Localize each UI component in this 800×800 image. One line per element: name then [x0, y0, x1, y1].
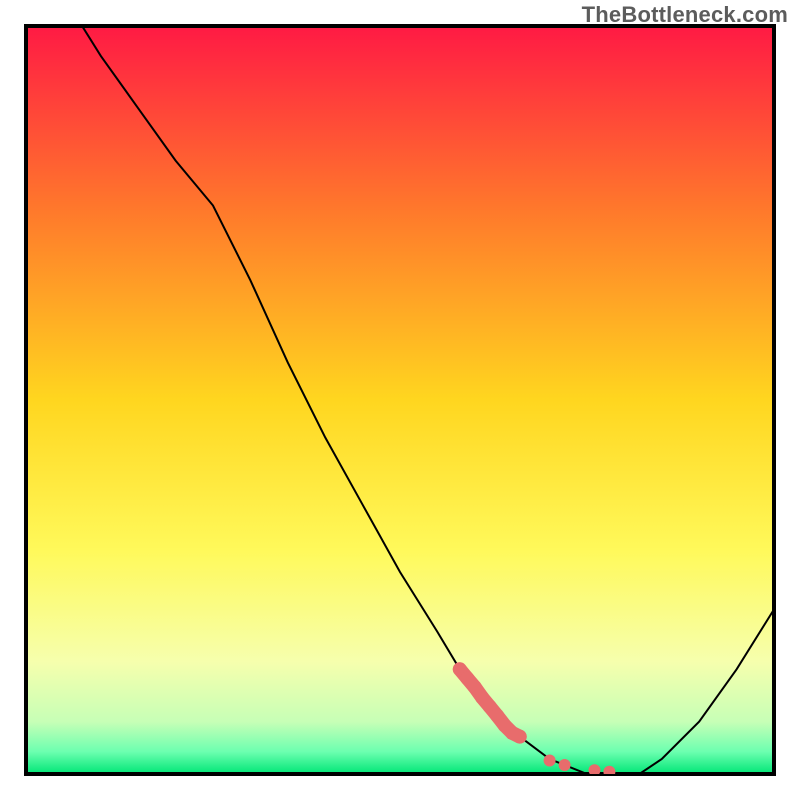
watermark-text: TheBottleneck.com — [582, 2, 788, 28]
marker-dot — [544, 755, 556, 767]
chart-container: TheBottleneck.com — [0, 0, 800, 800]
marker-dot — [513, 730, 527, 744]
plot-background — [26, 26, 774, 774]
bottleneck-chart — [0, 0, 800, 800]
marker-dot — [559, 759, 571, 771]
